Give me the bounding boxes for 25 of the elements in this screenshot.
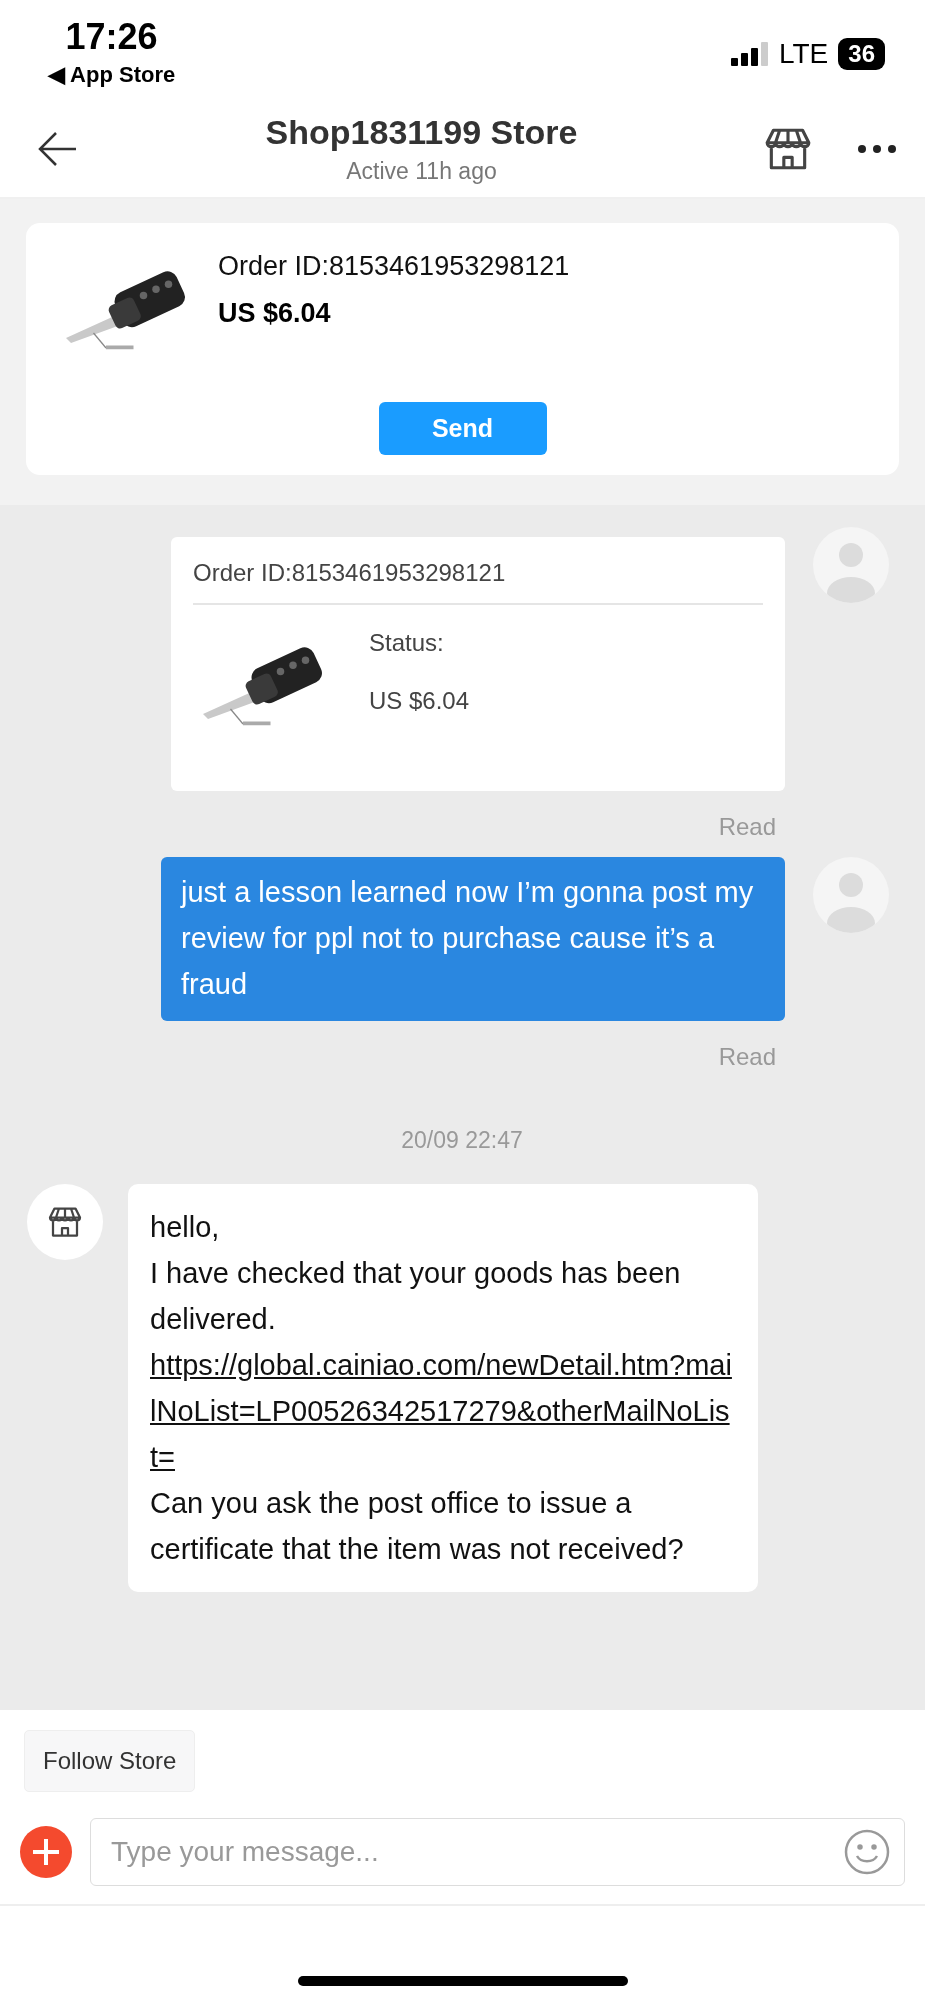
read-receipt: Read — [718, 1043, 776, 1071]
add-button[interactable] — [20, 1825, 72, 1878]
store-icon — [47, 1204, 83, 1240]
back-to-app-link[interactable]: ◀ App Store — [47, 62, 176, 88]
message-text: hello, I have checked that your goods has been delivered. — [150, 1210, 682, 1337]
emoji-icon[interactable] — [843, 1827, 891, 1876]
read-receipt: Read — [718, 813, 776, 841]
order-price: US $6.04 — [218, 298, 332, 329]
order-id: Order ID:8153461953298121 — [193, 536, 763, 605]
order-id: Order ID:8153461953298121 — [218, 251, 570, 282]
active-status: Active 11h ago — [346, 157, 497, 185]
follow-store-button[interactable]: Follow Store — [24, 1729, 196, 1792]
network-label: LTE — [779, 38, 829, 70]
signal-icon — [731, 42, 769, 66]
order-status: Status: — [369, 628, 445, 657]
more-button[interactable] — [857, 143, 897, 154]
store-title: Shop1831199 Store — [265, 112, 578, 152]
sent-message: just a lesson learned now I’m gonna post my review for ppl not to purchase cause it’s a fraud — [161, 857, 785, 1021]
tracking-link[interactable]: https://global.cainiao.com/newDetail.htm?mailNoList=LP00526342517279&otherMailNoList= — [150, 1342, 736, 1480]
message-input[interactable]: Type your message... — [90, 1817, 905, 1886]
order-price: US $6.04 — [369, 686, 470, 715]
status-time: 17:26 — [65, 16, 158, 58]
message-date: 20/09 22:47 — [401, 1127, 523, 1154]
battery-level: 36 — [838, 38, 885, 70]
message-text: Can you ask the post office to issue a certificate that the item was not received? — [150, 1486, 685, 1567]
